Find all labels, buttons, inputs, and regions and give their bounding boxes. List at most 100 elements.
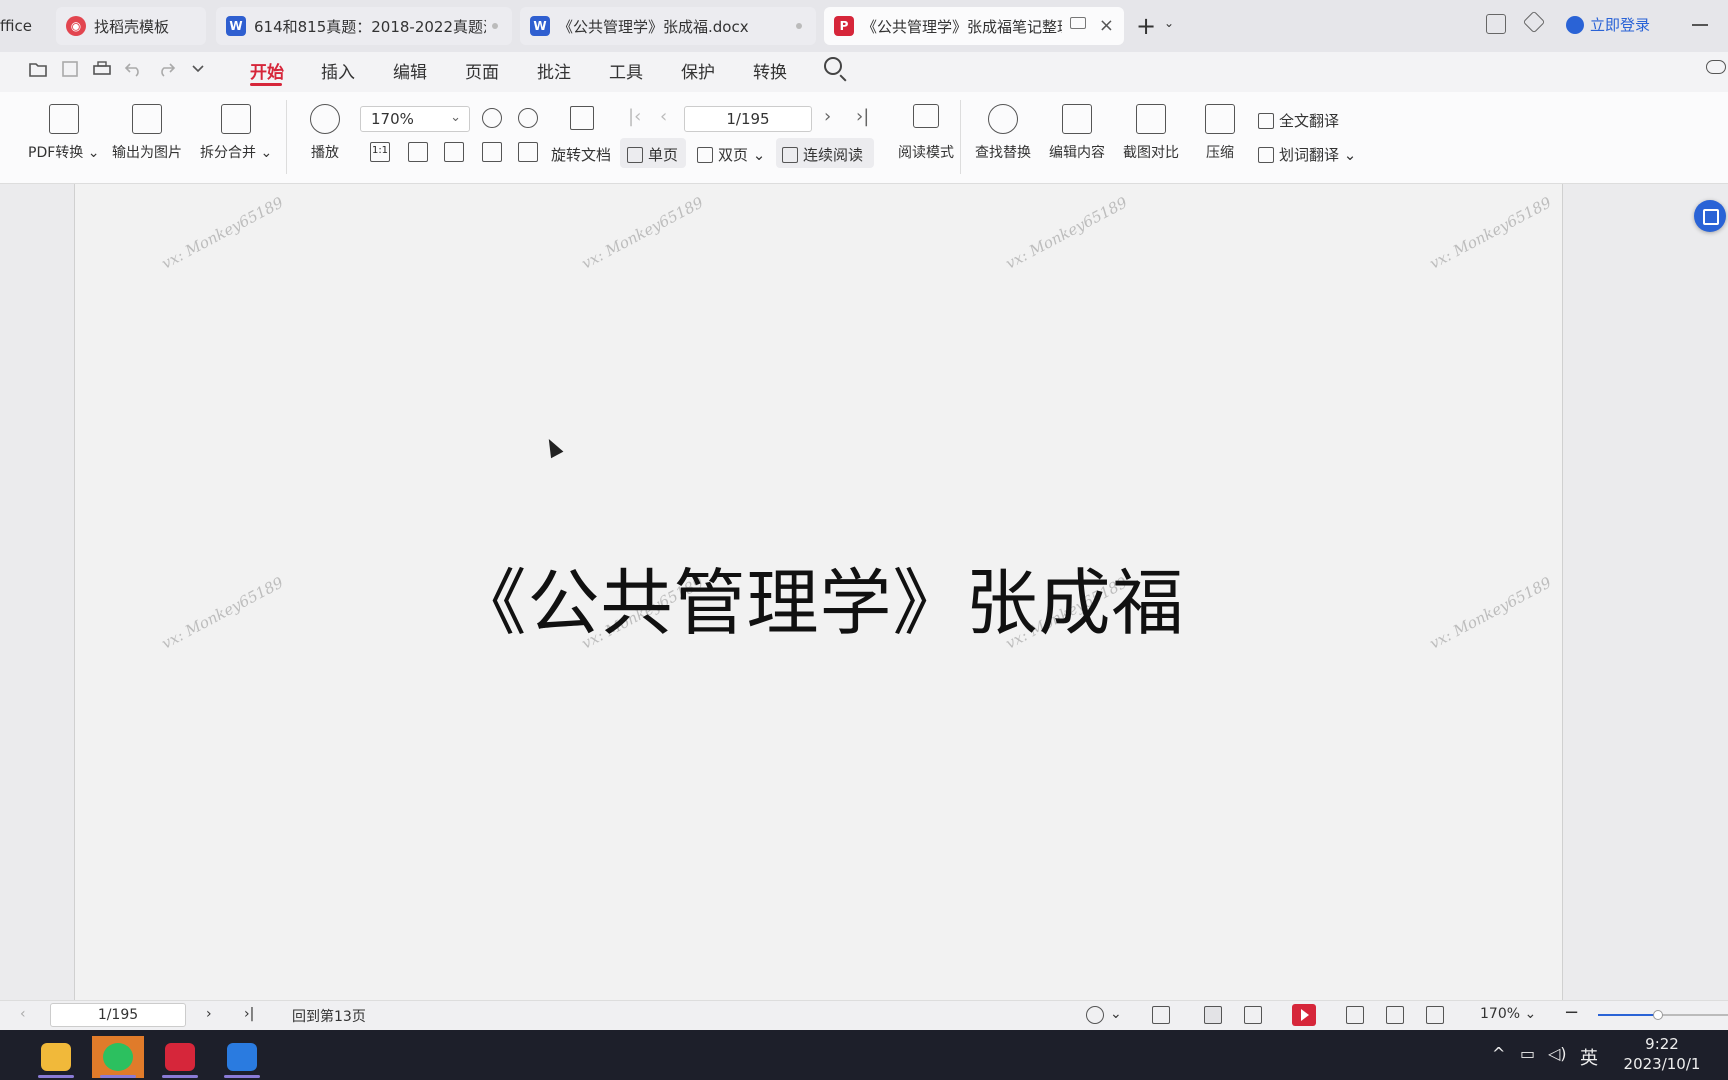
double-page-button[interactable]: 双页 ⌄ bbox=[697, 144, 765, 165]
rotate-left-icon[interactable] bbox=[482, 142, 502, 162]
first-page-icon[interactable]: |‹ bbox=[628, 106, 641, 127]
pdf-convert-button[interactable]: PDF转换 ⌄ bbox=[28, 104, 99, 162]
pdf-doc-icon: P bbox=[834, 16, 854, 36]
actual-size-icon[interactable] bbox=[1426, 1006, 1444, 1024]
back-to-page-link[interactable]: 回到第13页 bbox=[292, 1006, 366, 1026]
play-button[interactable]: 播放 bbox=[310, 104, 340, 162]
zoom-in-icon[interactable] bbox=[518, 108, 538, 128]
last-page-icon[interactable]: ›| bbox=[244, 1006, 254, 1022]
pdf-page[interactable]: vx: Monkey65189 vx: Monkey65189 vx: Monk… bbox=[74, 184, 1563, 1000]
zoom-slider-handle[interactable] bbox=[1652, 1010, 1663, 1020]
menu-protect[interactable]: 保护 bbox=[681, 58, 715, 83]
split-merge-button[interactable]: 拆分合并 ⌄ bbox=[200, 104, 272, 162]
taskbar-app-indicator bbox=[100, 1075, 136, 1078]
menu-start[interactable]: 开始 bbox=[250, 58, 284, 83]
zoom-select[interactable]: 170% ⌄ bbox=[360, 106, 470, 132]
rotate-doc-button[interactable]: 旋转文档 bbox=[551, 144, 611, 165]
side-assistant-icon[interactable] bbox=[1694, 200, 1726, 232]
photos-app[interactable] bbox=[216, 1036, 268, 1078]
tray-chevron-up-icon[interactable]: ^ bbox=[1492, 1044, 1505, 1063]
screenshot-compare-button[interactable]: 截图对比 bbox=[1123, 104, 1179, 162]
fit-width-icon[interactable] bbox=[1346, 1006, 1364, 1024]
tab-office[interactable]: ffice bbox=[0, 7, 40, 45]
find-replace-label: 查找替换 bbox=[975, 145, 1031, 161]
print-icon[interactable] bbox=[92, 60, 112, 78]
compress-button[interactable]: 压缩 bbox=[1205, 104, 1235, 162]
save-icon[interactable] bbox=[60, 60, 80, 78]
screenshot-compare-icon bbox=[1136, 104, 1166, 134]
last-page-icon[interactable]: ›| bbox=[856, 106, 869, 127]
cloud-icon[interactable] bbox=[1706, 60, 1726, 74]
menu-page[interactable]: 页面 bbox=[465, 58, 499, 83]
menu-edit[interactable]: 编辑 bbox=[393, 58, 427, 83]
export-image-button[interactable]: 输出为图片 bbox=[112, 104, 182, 162]
next-page-icon[interactable]: › bbox=[206, 1006, 212, 1022]
full-translate-button[interactable]: 全文翻译 bbox=[1258, 110, 1339, 131]
book-icon bbox=[913, 104, 939, 128]
file-explorer-app[interactable] bbox=[30, 1036, 82, 1078]
tab-label: 《公共管理学》张成福笔记整理 bbox=[862, 17, 1062, 36]
fit-page-icon[interactable] bbox=[1386, 1006, 1404, 1024]
wechat-app[interactable] bbox=[92, 1036, 144, 1078]
edit-content-button[interactable]: 编辑内容 bbox=[1049, 104, 1105, 162]
clock-time: 9:22 bbox=[1645, 1035, 1679, 1053]
unsaved-dot-icon bbox=[796, 23, 802, 29]
wechat-icon bbox=[103, 1043, 133, 1071]
read-mode-button[interactable]: 阅读模式 bbox=[898, 104, 954, 162]
next-page-icon[interactable]: › bbox=[824, 106, 831, 127]
photos-icon bbox=[227, 1043, 257, 1071]
status-zoom-select[interactable]: 170% ⌄ bbox=[1480, 1006, 1536, 1022]
continuous-read-icon[interactable] bbox=[1152, 1006, 1170, 1024]
eye-icon[interactable] bbox=[1086, 1006, 1104, 1024]
menu-annotate[interactable]: 批注 bbox=[537, 58, 571, 83]
tab-pdf-active[interactable]: P 《公共管理学》张成福笔记整理 × bbox=[824, 7, 1124, 45]
open-folder-icon[interactable] bbox=[28, 60, 48, 78]
page-number-input[interactable]: 1/195 bbox=[684, 106, 812, 132]
zoom-out-icon[interactable]: − bbox=[1564, 1002, 1579, 1023]
menu-insert[interactable]: 插入 bbox=[321, 58, 355, 83]
double-page-icon[interactable] bbox=[1244, 1006, 1262, 1024]
rotate-doc-icon[interactable] bbox=[570, 106, 594, 130]
tab-exam-doc[interactable]: W 614和815真题：2018-2022真题汇 bbox=[216, 7, 512, 45]
prev-page-icon[interactable]: ‹ bbox=[20, 1006, 26, 1022]
edit-content-icon bbox=[1062, 104, 1092, 134]
status-page-input[interactable]: 1/195 bbox=[50, 1003, 186, 1027]
login-button[interactable]: 立即登录 bbox=[1566, 14, 1650, 35]
undo-icon[interactable] bbox=[124, 60, 144, 78]
tab-template[interactable]: ◉ 找稻壳模板 bbox=[56, 7, 206, 45]
new-tab-icon[interactable]: + bbox=[1136, 12, 1156, 40]
battery-icon[interactable]: ▭ bbox=[1520, 1044, 1535, 1063]
chevron-down-icon[interactable]: ⌄ bbox=[1164, 16, 1174, 30]
layout-icon[interactable] bbox=[1486, 14, 1506, 34]
single-page-icon[interactable] bbox=[1204, 1006, 1222, 1024]
fit-page-icon[interactable] bbox=[408, 142, 428, 162]
compress-icon bbox=[1205, 104, 1235, 134]
menu-convert[interactable]: 转换 bbox=[753, 58, 787, 83]
chevron-down-icon[interactable] bbox=[188, 60, 208, 78]
actual-size-icon[interactable]: 1:1 bbox=[370, 142, 390, 162]
tab-docx[interactable]: W 《公共管理学》张成福.docx bbox=[520, 7, 816, 45]
word-doc-icon: W bbox=[530, 16, 550, 36]
zoom-out-icon[interactable] bbox=[482, 108, 502, 128]
search-icon[interactable] bbox=[824, 57, 842, 75]
volume-icon[interactable]: ◁) bbox=[1548, 1044, 1567, 1063]
menu-tools[interactable]: 工具 bbox=[609, 58, 643, 83]
system-clock[interactable]: 9:22 2023/10/1 bbox=[1612, 1034, 1712, 1074]
play-slideshow-icon[interactable] bbox=[1292, 1004, 1316, 1026]
watermark: vx: Monkey65189 bbox=[1426, 193, 1555, 273]
single-page-label: 单页 bbox=[627, 144, 678, 165]
wps-app[interactable] bbox=[154, 1036, 206, 1078]
monitor-icon[interactable] bbox=[1070, 17, 1086, 29]
rotate-right-icon[interactable] bbox=[518, 142, 538, 162]
find-replace-button[interactable]: 查找替换 bbox=[975, 104, 1031, 162]
zoom-slider[interactable] bbox=[1598, 1010, 1728, 1020]
chevron-down-icon[interactable]: ⌄ bbox=[1110, 1006, 1122, 1022]
prev-page-icon[interactable]: ‹ bbox=[660, 106, 667, 127]
redo-icon[interactable] bbox=[156, 60, 176, 78]
word-translate-button[interactable]: 划词翻译 ⌄ bbox=[1258, 144, 1356, 165]
close-tab-icon[interactable]: × bbox=[1099, 15, 1114, 36]
fit-width-icon[interactable] bbox=[444, 142, 464, 162]
minimize-icon[interactable] bbox=[1692, 24, 1708, 26]
ime-indicator[interactable]: 英 bbox=[1580, 1044, 1598, 1070]
continuous-read-icon bbox=[782, 147, 798, 163]
